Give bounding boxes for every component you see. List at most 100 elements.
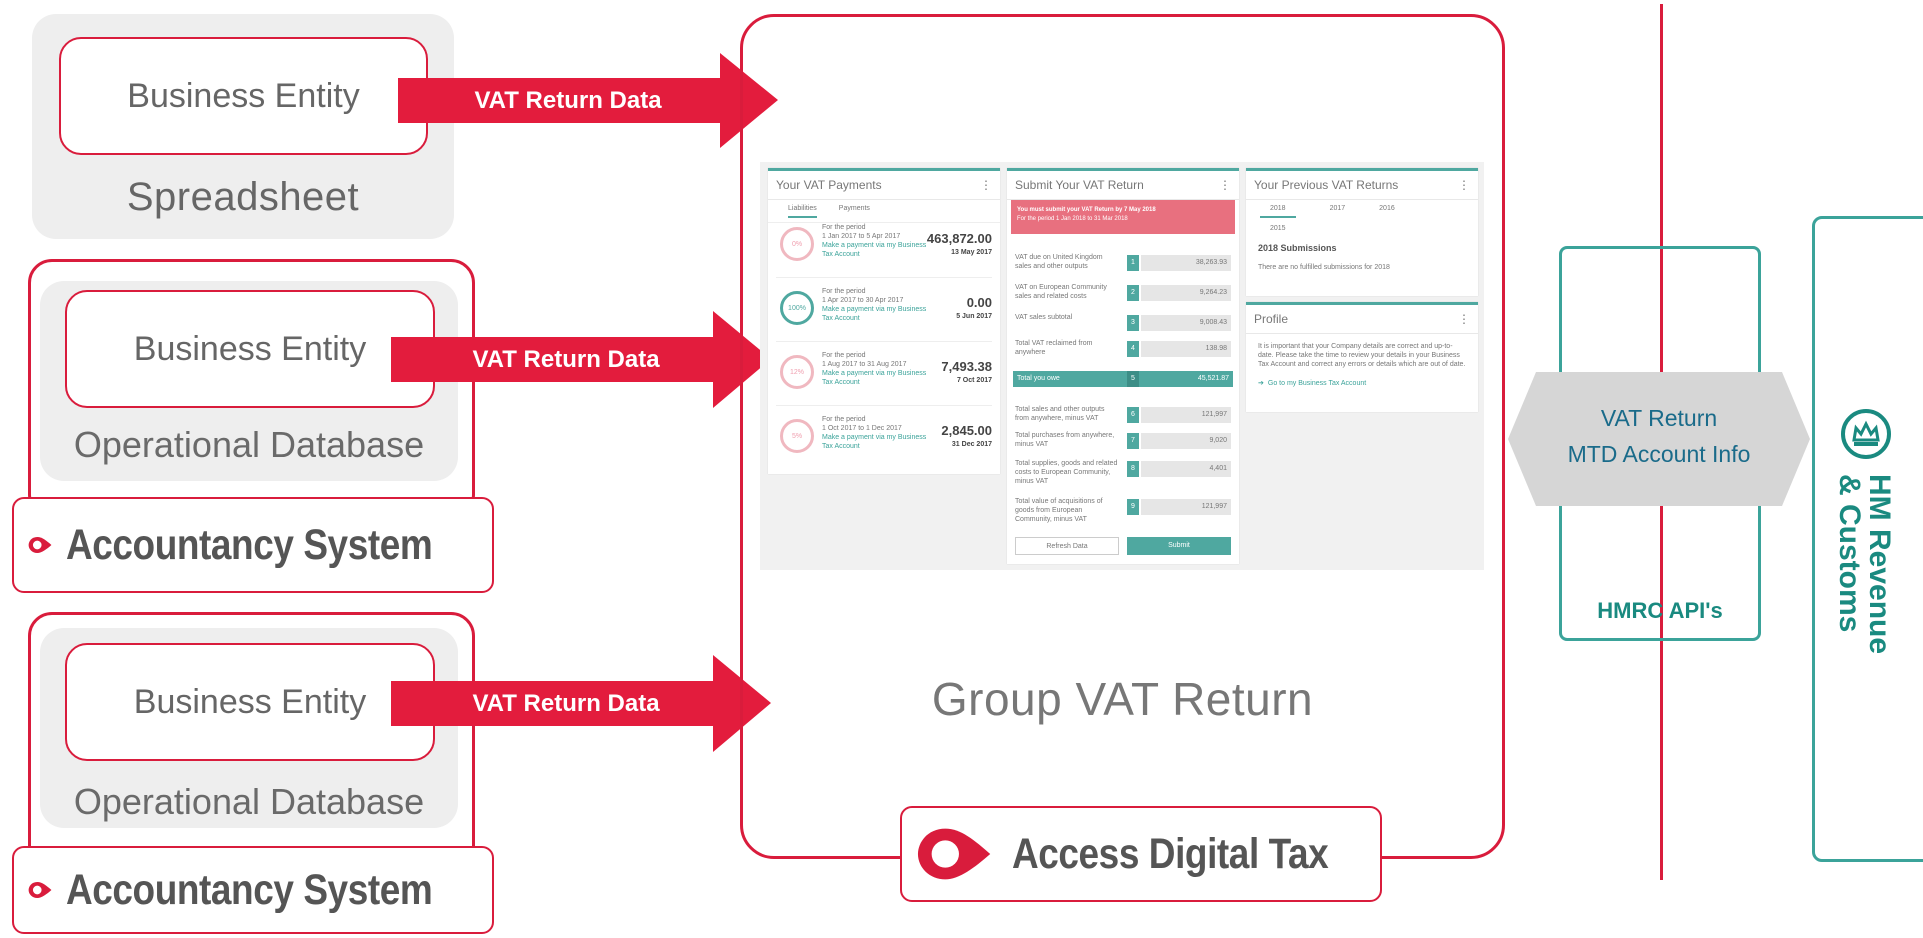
period-label: For the period <box>822 224 866 231</box>
no-submissions-text: There are no fulfilled submissions for 2… <box>1258 264 1390 271</box>
vat-box-number: 9 <box>1127 499 1139 515</box>
progress-ring: 5% <box>780 419 814 453</box>
vat-box-value[interactable]: 121,997 <box>1141 407 1231 423</box>
vat-box-number: 1 <box>1127 255 1139 271</box>
tab-liabilities[interactable]: Liabilities <box>788 204 817 218</box>
vat-box-row: VAT sales subtotal 3 9,008.43 <box>1015 311 1231 339</box>
tab-2018[interactable]: 2018 <box>1260 204 1296 218</box>
tab-2016[interactable]: 2016 <box>1379 204 1395 218</box>
vat-box-row: Total sales and other outputs from anywh… <box>1015 403 1231 431</box>
payment-link[interactable]: Make a payment via my Business Tax Accou… <box>822 305 932 323</box>
business-tax-account-link[interactable]: Go to my Business Tax Account <box>1268 379 1366 388</box>
progress-ring: 12% <box>780 355 814 389</box>
vat-box-number: 5 <box>1127 371 1139 387</box>
refresh-data-button[interactable]: Refresh Data <box>1015 537 1119 555</box>
vat-box-number: 2 <box>1127 285 1139 301</box>
business-entity-label: Business Entity <box>127 76 360 115</box>
amount: 463,872.00 <box>926 231 992 246</box>
vat-box-row: Total value of acquisitions of goods fro… <box>1015 495 1231 523</box>
vat-return-data-arrow: VAT Return Data <box>398 53 778 148</box>
period-dates: 1 Jan 2017 to 5 Apr 2017 <box>822 233 901 240</box>
period-dates: 1 Oct 2017 to 1 Dec 2017 <box>822 425 902 432</box>
vat-dashboard: Your VAT Payments ⋮ Liabilities Payments … <box>760 162 1484 570</box>
deadline-text: You must submit your VAT Return by 7 May… <box>1017 207 1156 213</box>
vat-box-value[interactable]: 4,401 <box>1141 461 1231 477</box>
payment-row: 5% For the period 1 Oct 2017 to 1 Dec 20… <box>776 409 992 469</box>
submissions-heading: 2018 Submissions <box>1258 243 1337 253</box>
vat-box-value[interactable]: 138.98 <box>1141 341 1231 357</box>
total-owe-label: Total you owe <box>1017 375 1060 382</box>
vat-box-number: 7 <box>1127 433 1139 449</box>
card-title: Your VAT Payments <box>776 178 882 192</box>
deadline-banner: You must submit your VAT Return by 7 May… <box>1011 200 1235 234</box>
vat-box-row: Total supplies, goods and related costs … <box>1015 457 1231 485</box>
hmrc-api-label: HMRC API's <box>1597 598 1723 623</box>
access-logo-icon <box>28 881 52 899</box>
tab-payments[interactable]: Payments <box>839 204 870 218</box>
total-owe-value: 45,521.87 <box>1197 375 1229 382</box>
total-owe-row: Total you owe 5 45,521.87 <box>1013 371 1233 387</box>
period-label: For the period <box>822 352 866 359</box>
kebab-menu-icon[interactable]: ⋮ <box>980 178 992 192</box>
vat-return-data-arrow: VAT Return Data <box>391 311 771 408</box>
vat-box-value[interactable]: 121,997 <box>1141 499 1231 515</box>
accountancy-system-box: Accountancy System <box>12 497 494 593</box>
vat-box-number: 8 <box>1127 461 1139 477</box>
payment-link[interactable]: Make a payment via my Business Tax Accou… <box>822 369 932 387</box>
group-vat-return-title: Group VAT Return <box>931 673 1314 725</box>
progress-ring: 0% <box>780 227 814 261</box>
amount: 2,845.00 <box>941 423 992 438</box>
previous-vat-returns-card: Your Previous VAT Returns ⋮ 2018 2017 201… <box>1246 168 1478 296</box>
progress-ring: 100% <box>780 291 814 325</box>
exchange-line-1: VAT Return <box>1600 405 1718 431</box>
payment-row: 0% For the period 1 Jan 2017 to 5 Apr 20… <box>776 217 992 278</box>
hmrc-logo: HM Revenue & Customs <box>1833 408 1896 728</box>
profile-card: Profile ⋮ It is important that your Compa… <box>1246 302 1478 412</box>
payment-link[interactable]: Make a payment via my Business Tax Accou… <box>822 433 932 451</box>
kebab-menu-icon[interactable]: ⋮ <box>1458 178 1470 192</box>
profile-text: It is important that your Company detail… <box>1258 343 1466 368</box>
accountancy-system-box: Accountancy System <box>12 846 494 934</box>
arrow-label: VAT Return Data <box>474 86 662 114</box>
vat-box-label: Total sales and other outputs from anywh… <box>1015 406 1105 422</box>
period-dates: 1 Apr 2017 to 30 Apr 2017 <box>822 297 904 304</box>
hmrc-line-1: HM Revenue <box>1863 474 1896 655</box>
vat-box-number: 6 <box>1127 407 1139 423</box>
vat-box-row: VAT due on United Kingdom sales and othe… <box>1015 251 1231 279</box>
external-link-icon: ➔ <box>1258 380 1264 387</box>
vat-box-value[interactable]: 38,263.93 <box>1141 255 1231 271</box>
vat-box-value[interactable]: 9,264.23 <box>1141 285 1231 301</box>
tab-2015[interactable]: 2015 <box>1246 222 1478 235</box>
due-date: 5 Jun 2017 <box>956 313 992 320</box>
business-entity-label: Business Entity <box>133 682 367 721</box>
vat-box-row: Total purchases from anywhere, minus VAT… <box>1015 429 1231 457</box>
operational-database-label: Operational Database <box>73 781 425 822</box>
amount: 7,493.38 <box>941 359 992 374</box>
kebab-menu-icon[interactable]: ⋮ <box>1219 178 1231 192</box>
vat-box-label: VAT due on United Kingdom sales and othe… <box>1015 254 1103 270</box>
amount: 0.00 <box>966 295 992 310</box>
vat-box-value[interactable]: 9,008.43 <box>1141 315 1231 331</box>
submit-button[interactable]: Submit <box>1127 537 1231 555</box>
payment-row: 12% For the period 1 Aug 2017 to 31 Aug … <box>776 345 992 406</box>
due-date: 13 May 2017 <box>951 249 992 256</box>
hmrc-line-2: & Customs <box>1833 474 1866 633</box>
vat-return-data-arrow: VAT Return Data <box>391 655 771 752</box>
access-digital-tax-box: Access Digital Tax <box>900 806 1382 902</box>
access-logo-icon <box>917 828 991 880</box>
vat-box-value[interactable]: 9,020 <box>1141 433 1231 449</box>
vat-box-row: Total VAT reclaimed from anywhere 4 138.98 <box>1015 337 1231 365</box>
period-label: For the period <box>822 288 866 295</box>
kebab-menu-icon[interactable]: ⋮ <box>1458 312 1470 326</box>
vat-box-number: 4 <box>1127 341 1139 357</box>
vat-box-row: VAT on European Community sales and rela… <box>1015 281 1231 309</box>
vat-box-label: Total VAT reclaimed from anywhere <box>1015 340 1093 356</box>
vat-box-label: Total value of acquisitions of goods fro… <box>1015 498 1103 523</box>
arrow-label: VAT Return Data <box>472 345 660 373</box>
tab-2017[interactable]: 2017 <box>1330 204 1346 218</box>
vat-box-label: Total supplies, goods and related costs … <box>1015 460 1118 485</box>
payment-link[interactable]: Make a payment via my Business Tax Accou… <box>822 241 932 259</box>
crown-crest-icon <box>1841 409 1891 459</box>
accountancy-system-label: Accountancy System <box>66 520 433 569</box>
accountancy-system-label: Accountancy System <box>66 865 433 914</box>
